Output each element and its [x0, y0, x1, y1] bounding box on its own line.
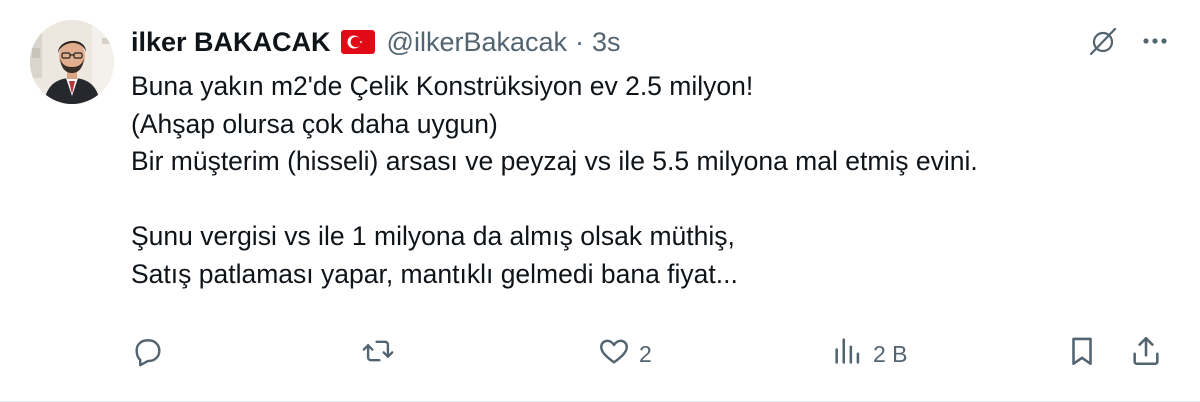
like-button[interactable]: 2 — [597, 334, 652, 374]
separator-dot: · — [575, 26, 585, 57]
views-button[interactable]: 2 B — [831, 334, 908, 374]
tweet-text: Buna yakın m2'de Çelik Konstrüksiyon ev … — [131, 68, 1161, 293]
tweet-text-line: (Ahşap olursa çok daha uygun) — [131, 108, 498, 139]
tweet-text-line: Bir müşterim (hisseli) arsası ve peyzaj … — [131, 146, 978, 176]
tweet-text-line — [131, 181, 1161, 219]
reply-icon — [131, 334, 165, 374]
author-name[interactable]: ilker BAKACAK — [131, 27, 331, 58]
retweet-button[interactable] — [361, 334, 403, 374]
tweet-text-line: Buna yakın m2'de Çelik Konstrüksiyon ev … — [131, 71, 754, 101]
turkey-flag-icon — [340, 30, 375, 54]
views-icon — [831, 334, 865, 374]
tweet-text-line: Şunu vergisi vs ile 1 milyona da almış o… — [131, 221, 735, 251]
tweet[interactable]: ilker BAKACAK @ilkerBakacak · 3s Buna ya… — [0, 0, 1200, 402]
share-icon — [1129, 334, 1163, 374]
reply-button[interactable] — [131, 334, 173, 374]
tweet-actions: 2 2 B — [131, 334, 1167, 374]
author-handle[interactable]: @ilkerBakacak — [387, 27, 567, 58]
grok-icon[interactable] — [1088, 26, 1118, 56]
bookmark-icon — [1065, 334, 1099, 374]
bookmark-button[interactable] — [1065, 334, 1099, 374]
avatar[interactable] — [30, 20, 114, 104]
tweet-text-line: Satış patlaması yapar, mantıklı gelmedi … — [131, 258, 738, 289]
tweet-top-actions — [1088, 26, 1170, 56]
like-icon — [597, 334, 631, 374]
more-icon[interactable] — [1140, 26, 1170, 56]
timestamp[interactable]: 3s — [592, 27, 621, 58]
share-button[interactable] — [1129, 334, 1163, 374]
like-count: 2 — [639, 340, 652, 367]
tweet-header: ilker BAKACAK @ilkerBakacak · 3s — [131, 24, 621, 60]
retweet-icon — [361, 334, 395, 374]
views-count: 2 B — [873, 340, 908, 367]
